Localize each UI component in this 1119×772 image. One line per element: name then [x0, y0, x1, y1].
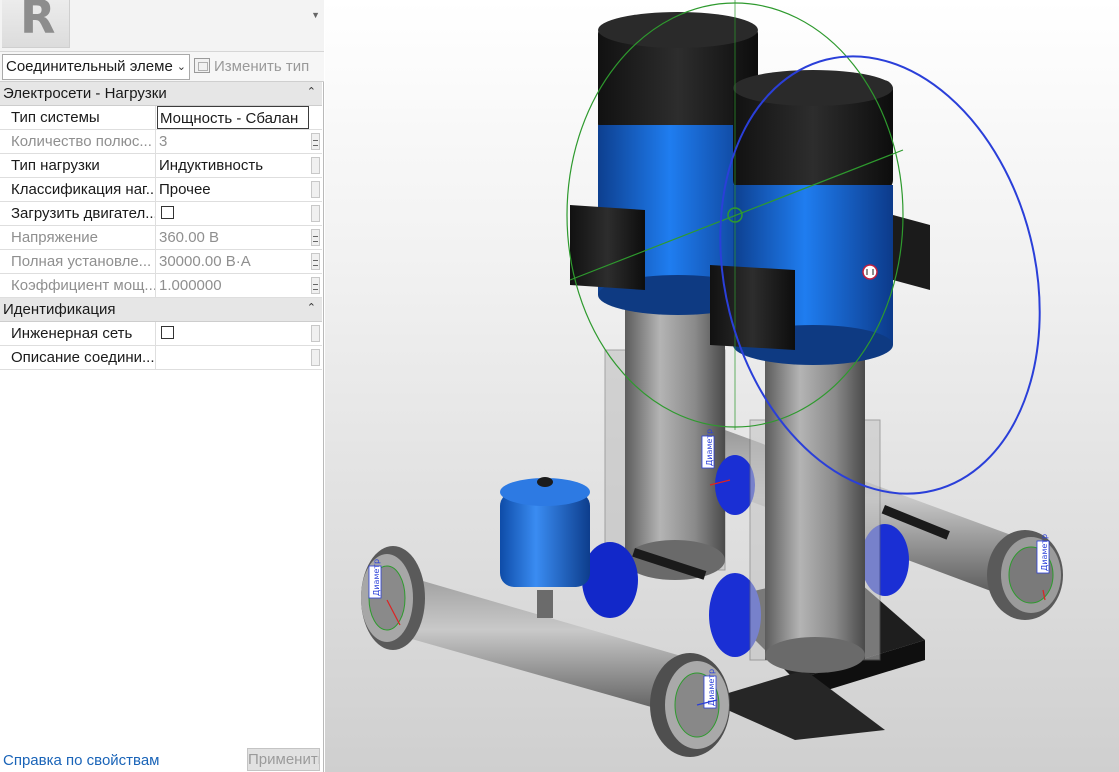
prop-row-load-class[interactable]: Классификация наг... Прочее — [0, 178, 322, 202]
type-selector-value: Соединительный элеме — [6, 58, 173, 75]
connector-label: Диаметр — [1040, 534, 1049, 571]
associate-parameter-icon[interactable] — [311, 229, 320, 246]
prop-row-description[interactable]: Описание соедини... — [0, 346, 322, 370]
load-type-field[interactable]: Индуктивность — [157, 154, 309, 177]
collapse-icon[interactable]: ⌃ — [307, 297, 316, 320]
network-checkbox-cell — [157, 322, 309, 345]
section-electrical-loads[interactable]: Электросети - Нагрузки ⌃ — [0, 82, 322, 106]
system-type-field[interactable]: Мощность - Сбалан — [157, 106, 309, 129]
prop-label: Тип нагрузки — [0, 154, 156, 177]
section-title: Идентификация — [3, 301, 116, 318]
prop-row-load-type[interactable]: Тип нагрузки Индуктивность — [0, 154, 322, 178]
prop-row-network[interactable]: Инженерная сеть — [0, 322, 322, 346]
associate-parameter-icon[interactable] — [311, 277, 320, 294]
prop-label: Инженерная сеть — [0, 322, 156, 345]
prop-row-apparent-load: Полная установле... 30000.00 В·А — [0, 250, 322, 274]
description-field[interactable] — [157, 346, 309, 369]
connector-label: Диаметр — [372, 559, 381, 596]
motor-checkbox-cell — [157, 202, 309, 225]
type-bar: Соединительный элеме ⌄ Изменить тип — [0, 52, 324, 82]
prop-label: Загрузить двигател... — [0, 202, 156, 225]
prop-row-power-factor: Коэффициент мощ... 1.000000 — [0, 274, 322, 298]
prop-row-motor[interactable]: Загрузить двигател... — [0, 202, 322, 226]
section-identity[interactable]: Идентификация ⌃ — [0, 298, 322, 322]
associate-parameter-icon[interactable] — [311, 253, 320, 270]
edit-type-label: Изменить тип — [214, 58, 310, 75]
prop-label: Полная установле... — [0, 250, 156, 273]
prop-row-poles: Количество полюс... 3 — [0, 130, 322, 154]
apply-button[interactable]: Применить — [247, 748, 320, 771]
prop-label: Классификация наг... — [0, 178, 156, 201]
connector-label: Диаметр — [705, 429, 714, 466]
apparent-load-value: 30000.00 В·А — [159, 253, 251, 270]
associate-parameter-icon[interactable] — [311, 205, 320, 222]
type-selector[interactable]: Соединительный элеме ⌄ — [2, 54, 190, 80]
prop-row-system-type[interactable]: Тип системы Мощность - Сбалан — [0, 106, 322, 130]
prop-label: Описание соедини... — [0, 346, 156, 369]
section-title: Электросети - Нагрузки — [3, 85, 167, 102]
prop-label: Тип системы — [0, 106, 156, 129]
prop-label: Напряжение — [0, 226, 156, 249]
prop-row-voltage: Напряжение 360.00 В — [0, 226, 322, 250]
associate-parameter-icon[interactable] — [311, 157, 320, 174]
properties-panel: R ▼ Соединительный элеме ⌄ Изменить тип … — [0, 0, 324, 772]
edit-type-button[interactable]: Изменить тип — [194, 55, 309, 79]
network-checkbox[interactable] — [161, 326, 174, 339]
associate-parameter-icon[interactable] — [311, 349, 320, 366]
3d-view[interactable]: Диаметр Диаметр Диаметр Диаметр — [325, 0, 1119, 772]
expansion-tank — [500, 477, 590, 618]
load-class-field[interactable]: Прочее — [157, 178, 309, 201]
power-factor-value: 1.000000 — [159, 277, 222, 294]
prop-label: Количество полюс... — [0, 130, 156, 153]
pump-station-model[interactable]: Диаметр Диаметр Диаметр Диаметр — [325, 0, 1119, 772]
prop-label: Коэффициент мощ... — [0, 274, 156, 297]
motor-checkbox[interactable] — [161, 206, 174, 219]
chevron-down-icon[interactable]: ▼ — [311, 10, 320, 20]
associate-parameter-icon[interactable] — [311, 181, 320, 198]
revit-logo-icon: R — [2, 0, 70, 48]
properties-help-link[interactable]: Справка по свойствам — [3, 752, 160, 769]
chevron-down-icon: ⌄ — [176, 61, 186, 73]
poles-value: 3 — [159, 133, 168, 150]
associate-parameter-icon[interactable] — [311, 133, 320, 150]
collapse-icon[interactable]: ⌃ — [307, 81, 316, 104]
type-preview[interactable]: R ▼ — [0, 0, 324, 52]
associate-parameter-icon[interactable] — [311, 325, 320, 342]
edit-type-icon — [194, 58, 210, 73]
voltage-value: 360.00 В — [159, 229, 220, 246]
